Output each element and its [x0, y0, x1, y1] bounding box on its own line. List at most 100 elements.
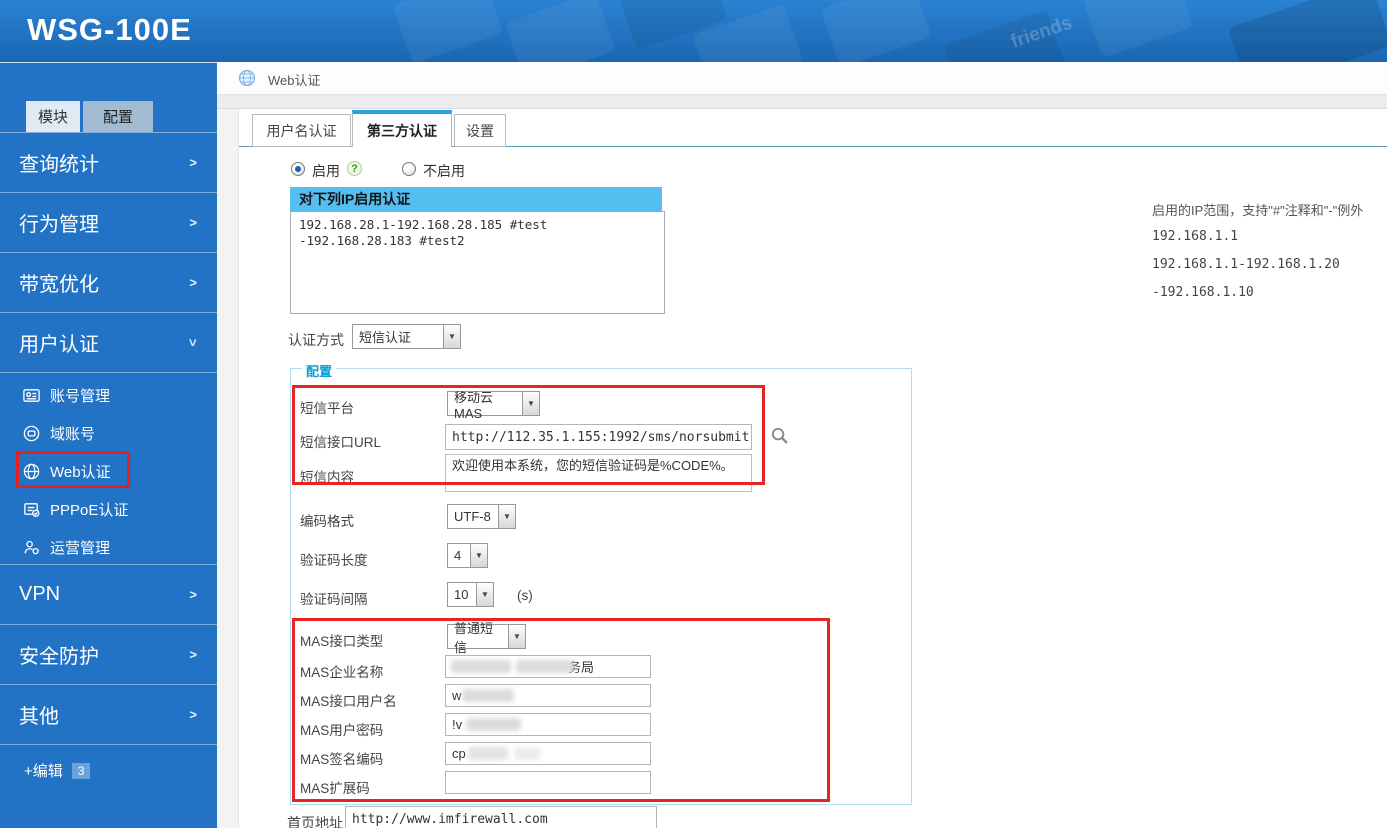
ip-help-example: -192.168.1.10: [1152, 285, 1254, 300]
sidebar-item-other[interactable]: 其他 >: [0, 685, 217, 745]
mas-sign-value: cp: [452, 746, 466, 761]
dropdown-arrow-icon: [470, 544, 487, 567]
app-header: friends WSG-100E: [0, 0, 1387, 62]
code-length-select[interactable]: 4: [447, 543, 488, 568]
dropdown-arrow-icon: [508, 625, 525, 648]
globe-icon: [23, 463, 40, 479]
code-interval-select[interactable]: 10: [447, 582, 494, 607]
code-length-value: 4: [454, 548, 462, 563]
sidebar-subitem-operation-mgmt[interactable]: 运营管理: [0, 529, 217, 565]
sidebar-item-security[interactable]: 安全防护 >: [0, 625, 217, 685]
document-check-icon: [24, 502, 40, 517]
sms-content-label: 短信内容: [300, 470, 354, 485]
encoding-select[interactable]: UTF-8: [447, 504, 516, 529]
sidebar-subitem-web-auth[interactable]: Web认证: [0, 453, 217, 489]
redaction-blur: [462, 689, 514, 702]
mas-user-input[interactable]: w: [445, 684, 651, 707]
mas-type-value: 普通短信: [454, 620, 494, 655]
sidebar-subitem-pppoe-auth[interactable]: PPPoE认证: [0, 491, 217, 527]
sidebar-item-label: 带宽优化: [19, 274, 99, 296]
ip-list-textarea[interactable]: 192.168.28.1-192.168.28.185 #test -192.1…: [290, 211, 665, 314]
sidebar-tab-config[interactable]: 配置: [83, 101, 153, 132]
encoding-label: 编码格式: [300, 514, 354, 529]
mas-ext-label: MAS扩展码: [300, 781, 370, 796]
tab-username-auth[interactable]: 用户名认证: [252, 114, 351, 147]
sms-url-value: http://112.35.1.155:1992/sms/norsubmit: [452, 429, 750, 445]
mas-sign-input[interactable]: cp: [445, 742, 651, 765]
sidebar-item-user-auth[interactable]: 用户认证 >: [0, 313, 217, 373]
config-legend: 配置: [302, 361, 337, 380]
sms-platform-select[interactable]: 移动云MAS: [447, 389, 540, 421]
dropdown-arrow-icon: [522, 392, 539, 415]
sidebar-subitem-label: 运营管理: [50, 539, 111, 557]
id-card-icon: [23, 388, 40, 402]
sidebar-item-bandwidth-opt[interactable]: 带宽优化 >: [0, 253, 217, 313]
mas-company-input[interactable]: 务局: [445, 655, 651, 678]
sms-content-textarea[interactable]: 欢迎使用本系统，您的短信验证码是%CODE%。: [445, 454, 752, 492]
homepage-label: 首页地址: [287, 815, 343, 828]
divider-band: [217, 95, 1387, 109]
mas-type-label: MAS接口类型: [300, 634, 384, 649]
enable-radio[interactable]: [291, 162, 305, 176]
ip-help-title: 启用的IP范围，支持"#"注释和"-"例外: [1152, 203, 1364, 218]
sidebar-item-label: 其他: [19, 706, 59, 728]
sidebar-item-label: 行为管理: [19, 214, 99, 236]
search-icon[interactable]: [770, 426, 789, 450]
dropdown-arrow-icon: [498, 505, 515, 528]
sms-platform-value: 移动云MAS: [454, 389, 494, 421]
sidebar-item-behavior-mgmt[interactable]: 行为管理 >: [0, 193, 217, 253]
help-question-icon[interactable]: ?: [347, 161, 362, 176]
sidebar-item-label: VPN: [19, 583, 61, 605]
sidebar-item-query-stats[interactable]: 查询统计 >: [0, 133, 217, 193]
code-interval-unit: (s): [517, 588, 533, 603]
content-gutter: [217, 109, 239, 828]
mas-user-value: w: [452, 688, 462, 703]
auth-method-value: 短信认证: [359, 330, 412, 345]
ip-help-example: 192.168.1.1: [1152, 229, 1239, 244]
homepage-input[interactable]: http://www.imfirewall.com: [345, 806, 657, 828]
auth-method-label: 认证方式: [288, 332, 344, 348]
mas-ext-input[interactable]: [445, 771, 651, 794]
domain-account-icon: [23, 425, 40, 441]
chevron-right-icon: >: [189, 275, 197, 290]
tab-settings[interactable]: 设置: [454, 114, 506, 147]
sidebar-subitem-domain-account[interactable]: 域账号: [0, 415, 217, 451]
edit-label: +编辑: [24, 763, 63, 780]
sidebar-item-label: 安全防护: [19, 646, 99, 668]
sidebar-edit-button[interactable]: +编辑 3: [24, 760, 91, 781]
sidebar-item-label: 用户认证: [19, 334, 99, 356]
keyboard-texture: [1082, 0, 1194, 58]
mas-password-value: !v: [452, 717, 463, 732]
code-interval-value: 10: [454, 587, 469, 602]
sidebar: 模块 配置 查询统计 > 行为管理 > 带宽优化 > 用户认证 > 账号管理 域…: [0, 62, 217, 828]
mas-password-input[interactable]: !v: [445, 713, 651, 736]
auth-method-select[interactable]: 短信认证: [352, 324, 461, 349]
tab-third-party-auth[interactable]: 第三方认证: [352, 110, 452, 147]
keyboard-texture: [504, 0, 616, 62]
sidebar-item-label: 查询统计: [19, 154, 99, 176]
sms-url-input[interactable]: http://112.35.1.155:1992/sms/norsubmit: [445, 424, 752, 450]
homepage-value: http://www.imfirewall.com: [352, 811, 548, 827]
sidebar-subitem-label: PPPoE认证: [50, 501, 129, 519]
ip-help-example: 192.168.1.1-192.168.1.20: [1152, 257, 1340, 272]
sidebar-item-vpn[interactable]: VPN >: [0, 565, 217, 625]
sidebar-tab-module[interactable]: 模块: [26, 101, 80, 132]
sidebar-subitem-account-mgmt[interactable]: 账号管理: [0, 377, 217, 413]
edit-count-badge: 3: [71, 762, 91, 779]
keyboard-texture: [1227, 0, 1387, 62]
mas-type-select[interactable]: 普通短信: [447, 620, 526, 655]
chevron-right-icon: >: [189, 587, 197, 602]
code-length-label: 验证码长度: [300, 553, 368, 568]
sidebar-subitem-label: 域账号: [50, 425, 96, 443]
chevron-right-icon: >: [189, 155, 197, 170]
sidebar-subitem-label: Web认证: [50, 463, 111, 481]
dropdown-arrow-icon: [443, 325, 460, 348]
chevron-right-icon: >: [189, 647, 197, 662]
chevron-right-icon: >: [189, 215, 197, 230]
disable-radio[interactable]: [402, 162, 416, 176]
user-gear-icon: [24, 540, 39, 554]
app-title: WSG-100E: [27, 12, 192, 47]
sms-platform-label: 短信平台: [300, 401, 354, 416]
mas-company-label: MAS企业名称: [300, 665, 384, 680]
redaction-blur: [466, 718, 521, 731]
